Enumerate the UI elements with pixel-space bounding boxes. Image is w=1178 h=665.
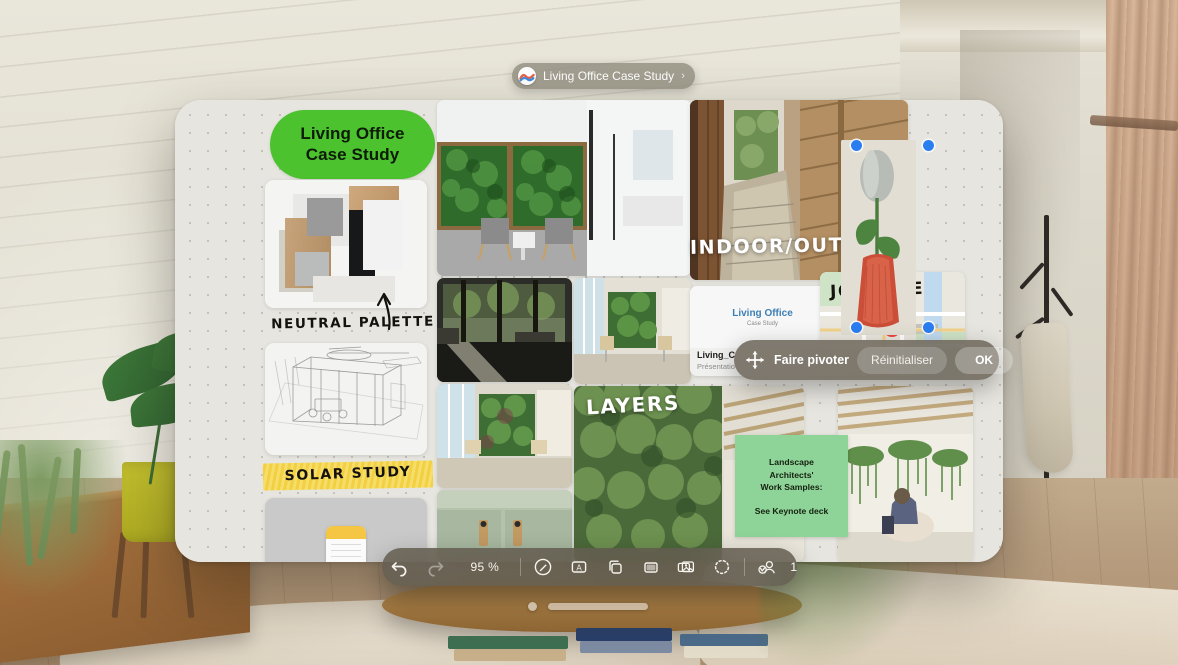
keynote-file-name: Living_C [697,350,736,360]
photo-office-hanging-plants[interactable] [838,386,973,562]
freeform-window[interactable]: Living Office Case Study NEUTRAL PALETTE… [175,100,1003,562]
keynote-thumbnail: Living Office Case Study [690,286,835,348]
keynote-file-kind: Présentatio [697,362,735,371]
undo-icon[interactable] [382,548,418,586]
circle-outline-icon[interactable] [704,548,740,586]
ok-button[interactable]: OK [955,346,1014,374]
move-arrows-icon[interactable] [744,349,766,371]
rotate-context-menu[interactable]: Faire pivoter Réinitialiser OK [734,340,1014,380]
stack-of-books [448,618,778,665]
solar-study-sketch[interactable] [265,343,427,455]
notes-app-icon [326,526,366,562]
photos-icon[interactable] [669,548,705,586]
text-box-icon[interactable]: A [561,548,597,586]
freeform-toolbar[interactable]: 95 % A 1 [382,548,797,586]
selection-handle-bottom-right[interactable] [923,322,934,333]
shapes-icon[interactable] [597,548,633,586]
freeform-app-icon [518,67,536,85]
toolbar-divider-1 [519,558,521,576]
window-close-dot[interactable] [528,602,537,611]
selection-handle-top-left[interactable] [851,140,862,151]
svg-text:A: A [576,563,582,572]
selected-image-vase[interactable] [841,140,916,335]
keynote-thumb-subtitle: Case Study [746,320,779,327]
sticky-line-2: Architects' [769,469,814,480]
board-title-text: Living Office Case Study [300,123,405,164]
board-title-pill[interactable]: Living Office Case Study [270,110,435,179]
sticky-line-3: Work Samples: [760,482,823,493]
photo-office-corridor[interactable] [437,384,572,488]
toolbar-divider-2 [744,558,746,576]
sticky-line-1: Landscape [769,457,814,468]
collaborator-count: 1 [790,560,798,574]
keynote-thumb-title: Living Office [732,307,793,319]
zoom-level-label[interactable]: 95 % [454,560,516,574]
window-title-text: Living Office Case Study [543,69,675,83]
chevron-right-icon[interactable]: › [681,70,685,82]
annotation-solar-study[interactable]: SOLAR STUDY [262,456,434,496]
photo-office-green-wall-2[interactable] [574,278,691,384]
moodboard-image[interactable] [265,180,427,308]
window-title-pill[interactable]: Living Office Case Study › [512,63,695,89]
selection-handle-top-right[interactable] [923,140,934,151]
pen-circle-icon[interactable] [525,548,561,586]
photo-green-wall-lounge[interactable] [437,100,691,276]
sticky-line-4: See Keynote deck [754,505,829,516]
sticky-note-icon[interactable] [633,548,669,586]
vision-pro-passthrough-scene: Living Office Case Study › Living Office… [0,0,1178,665]
freeform-canvas[interactable]: Living Office Case Study NEUTRAL PALETTE… [175,100,1003,562]
collaborate-person-icon[interactable] [749,548,785,586]
window-grab-bar[interactable] [548,603,648,610]
selection-handle-bottom-left[interactable] [851,322,862,333]
annotation-neutral-palette[interactable]: NEUTRAL PALETTE [268,314,438,333]
photo-dark-room-glass[interactable] [437,278,572,382]
sticky-note-landscape-architects[interactable]: Landscape Architects' Work Samples: See … [735,435,848,537]
keynote-file-meta: Living_C Présentatio [697,350,735,371]
reset-button[interactable]: Réinitialiser [857,346,948,374]
context-menu-title: Faire pivoter [774,353,850,367]
redo-icon[interactable] [418,548,454,586]
